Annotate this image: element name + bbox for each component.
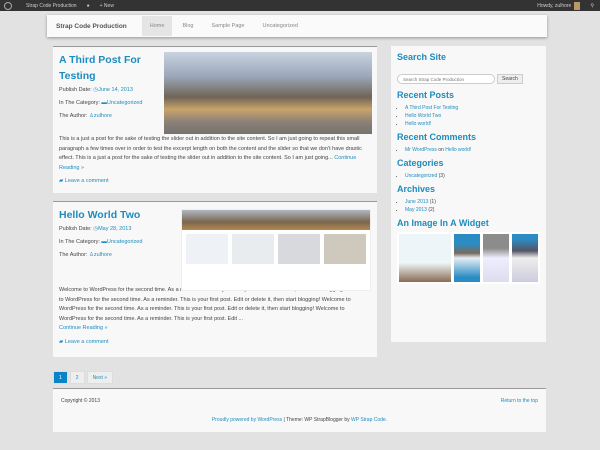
nav-sample-page[interactable]: Sample Page (203, 16, 252, 36)
admin-bar: Strap Code Production ● + New Howdy, zul… (0, 0, 600, 11)
post-excerpt: This is a just a post for the sake of te… (59, 136, 362, 161)
archive-link[interactable]: June 2013 (405, 199, 428, 205)
comment-post-link[interactable]: Hello world! (445, 147, 471, 153)
sidebar: Search Site Search Recent Posts A Third … (391, 46, 546, 342)
navbar: Strap Code Production Home Blog Sample P… (47, 15, 547, 37)
post-excerpt: Welcome to WordPress for the second time… (59, 287, 369, 322)
recent-post-link[interactable]: Hello world! (405, 121, 431, 127)
admin-site-link[interactable]: Strap Code Production (26, 3, 77, 9)
nav-home[interactable]: Home (141, 16, 173, 36)
categories-title: Categories (397, 158, 444, 168)
theme-link[interactable]: WP Strap Code. (351, 417, 387, 423)
post-title[interactable]: A Third Post For Testing (59, 52, 159, 84)
avatar[interactable] (574, 1, 581, 10)
archives-title: Archives (397, 184, 436, 194)
page-2[interactable]: 2 (69, 371, 85, 384)
post-card: A Third Post For Testing Publish Date: ◷… (53, 46, 377, 193)
wordpress-logo-icon[interactable] (4, 1, 12, 10)
continue-reading-link[interactable]: Continue Reading » (59, 325, 108, 331)
recent-comments-title: Recent Comments (397, 132, 477, 142)
search-widget-title: Search Site (397, 52, 447, 62)
wordpress-link[interactable]: Proudly powered by WordPress (212, 417, 282, 423)
search-input[interactable] (397, 74, 495, 84)
image-widget-title: An Image In A Widget (397, 218, 489, 228)
post-thumbnail[interactable] (164, 52, 372, 134)
leave-comment-link[interactable]: ▰ Leave a comment (59, 177, 371, 187)
howdy-user[interactable]: Howdy, zulhore (537, 3, 571, 9)
post-card: Hello World Two Publish Date: ◷May 28, 2… (53, 201, 377, 357)
search-button[interactable]: Search (497, 74, 523, 84)
leave-comment-link[interactable]: ▰ Leave a comment (59, 338, 371, 348)
recent-post-link[interactable]: A Third Post For Testing (405, 105, 458, 111)
admin-new-link[interactable]: + New (100, 3, 114, 9)
nav-uncategorized[interactable]: Uncategorized (255, 16, 306, 36)
recent-post-link[interactable]: Hello World Two (405, 113, 441, 119)
return-to-top-link[interactable]: Return to the top (501, 398, 538, 404)
next-page-link[interactable]: Next » (86, 371, 114, 384)
pagination: 1 2 Next » (53, 371, 114, 384)
comment-author-link[interactable]: Mr WordPress (405, 147, 437, 153)
recent-posts-title: Recent Posts (397, 90, 455, 100)
category-link[interactable]: Uncategorized (405, 173, 437, 179)
nav-blog[interactable]: Blog (174, 16, 201, 36)
footer: Copyright © 2013 Return to the top Proud… (53, 388, 546, 432)
copyright: Copyright © 2013 (61, 398, 100, 404)
post-thumbnail[interactable] (181, 209, 371, 291)
search-icon[interactable]: ⚲ (590, 3, 594, 9)
comments-icon[interactable]: ● (87, 3, 90, 9)
page-1[interactable]: 1 (53, 371, 68, 384)
widget-image[interactable] (397, 232, 540, 284)
archive-link[interactable]: May 2013 (405, 207, 427, 213)
site-brand[interactable]: Strap Code Production (56, 23, 127, 30)
